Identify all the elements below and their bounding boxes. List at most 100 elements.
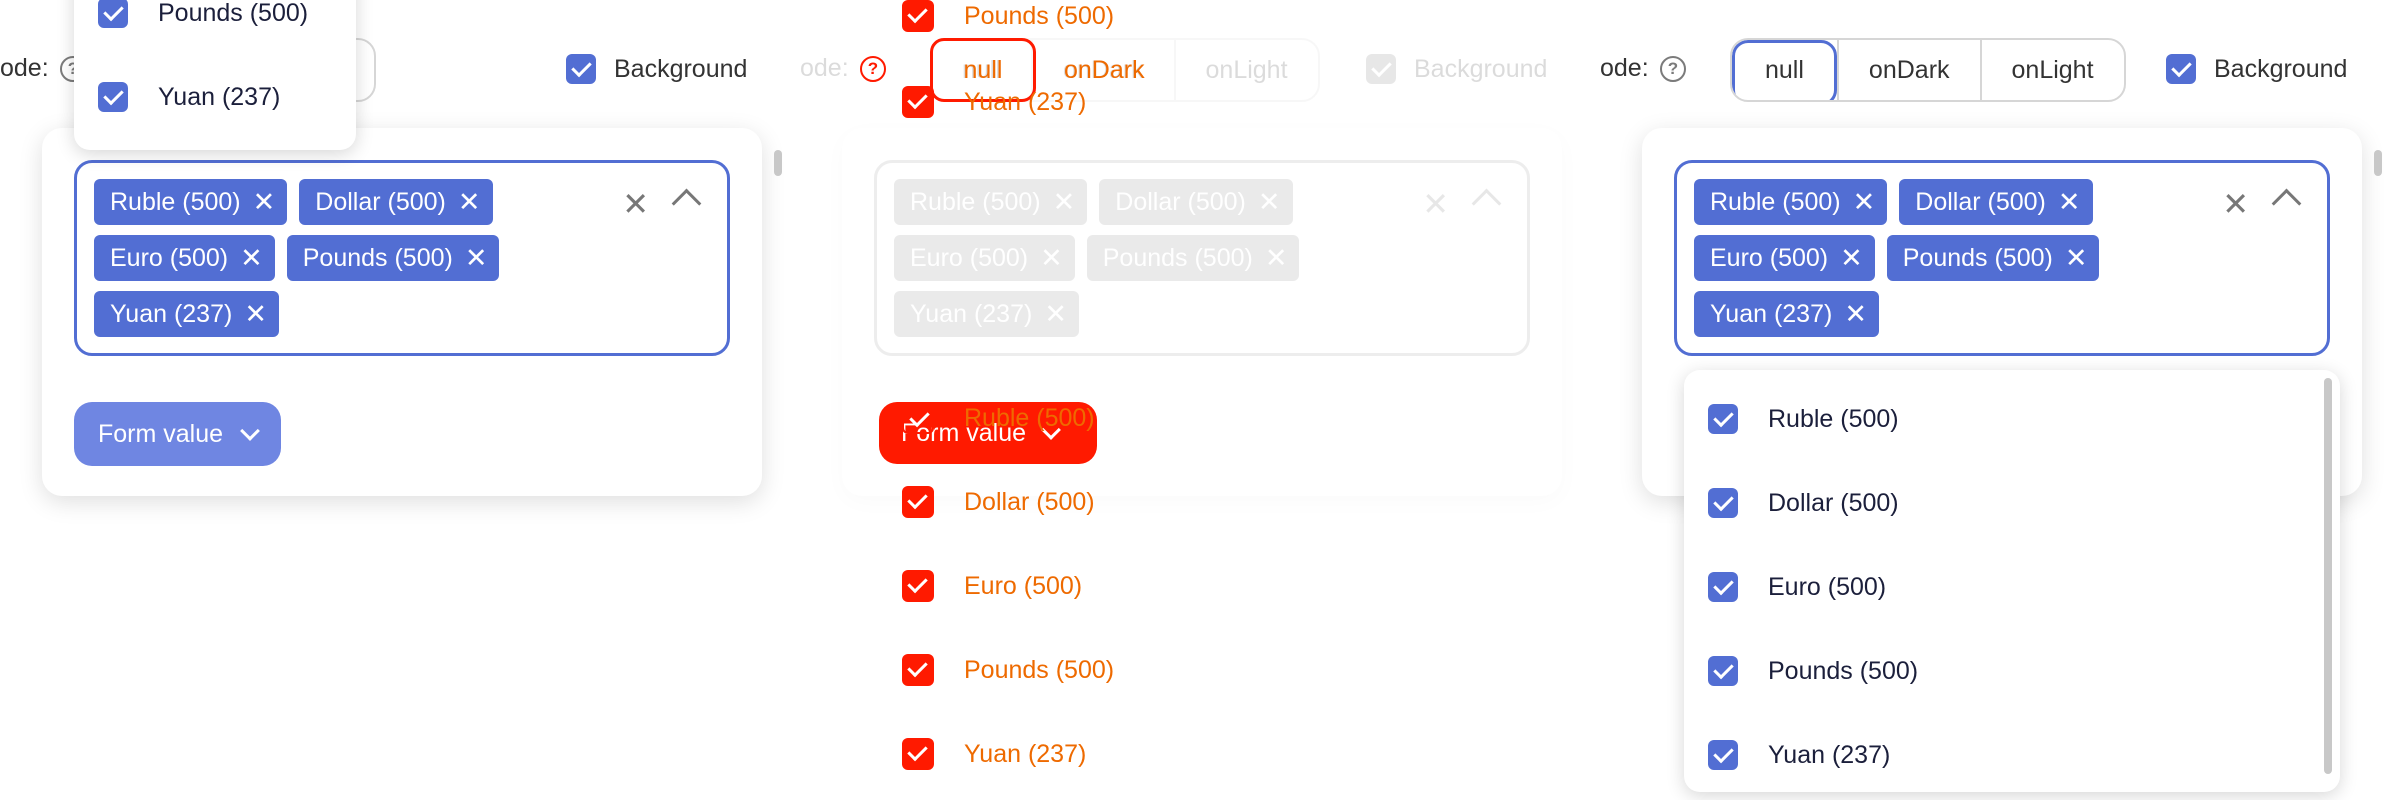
dropdown-option-ruble[interactable]: Ruble (500) <box>902 402 1095 434</box>
clear-icon[interactable]: ✕ <box>2222 185 2249 223</box>
tag-euro: Euro (500) ✕ <box>1694 235 1875 281</box>
chevron-up-icon[interactable] <box>2271 188 2302 219</box>
mode-option-null[interactable]: null <box>1732 40 1837 100</box>
tag-dollar: Dollar (500) ✕ <box>1099 179 1293 225</box>
scrollbar[interactable] <box>774 150 782 176</box>
mode-option-ondark[interactable]: onDark <box>1836 40 1980 100</box>
tag-label: Euro (500) <box>910 243 1029 272</box>
tag-pounds: Pounds (500) ✕ <box>286 235 500 281</box>
checkbox-checked-icon <box>1708 740 1738 770</box>
tag-label: Ruble (500) <box>1710 187 1841 216</box>
checkbox-checked-icon <box>98 82 128 112</box>
checkbox-checked-icon <box>1708 656 1738 686</box>
option-label: Pounds (500) <box>158 0 309 27</box>
mode-option-onlight[interactable]: onLight <box>1173 40 1318 100</box>
dropdown-option-yuan[interactable]: Yuan (237) <box>902 86 1086 118</box>
background-checkbox[interactable]: Background <box>2166 54 2347 84</box>
tag-euro: Euro (500) ✕ <box>94 235 275 281</box>
clear-icon[interactable]: ✕ <box>622 185 649 223</box>
tag-ruble: Ruble (500) ✕ <box>94 179 288 225</box>
tag-pounds: Pounds (500) ✕ <box>1086 235 1300 281</box>
tag-ruble: Ruble (500) ✕ <box>894 179 1088 225</box>
tag-label: Ruble (500) <box>110 187 241 216</box>
panel-open: ode: ? null onDark onLight Background Ru… <box>1600 0 2400 800</box>
dropdown-option-yuan[interactable]: Yuan (237) <box>98 82 280 112</box>
checkbox-checked-icon <box>902 86 934 118</box>
checkbox-checked-icon <box>902 486 934 518</box>
close-icon[interactable]: ✕ <box>1053 188 1076 216</box>
dropdown-option-yuan-2[interactable]: Yuan (237) <box>902 738 1086 770</box>
close-icon[interactable]: ✕ <box>1040 244 1063 272</box>
tag-label: Yuan (237) <box>110 299 233 328</box>
dropdown-option-euro[interactable]: Euro (500) <box>902 570 1082 602</box>
multiselect-input[interactable]: Ruble (500) ✕ Dollar (500) ✕ Euro (500) ✕ P… <box>874 160 1530 356</box>
mode-label: ode: <box>1600 54 1649 82</box>
background-label: Background <box>1414 54 1548 83</box>
dropdown-option-dollar[interactable]: Dollar (500) <box>1708 488 1899 518</box>
close-icon[interactable]: ✕ <box>458 188 481 216</box>
background-checkbox[interactable]: Background <box>566 54 747 84</box>
demo-card: Ruble (500) ✕ Dollar (500) ✕ Euro (500) ✕ P… <box>42 128 782 496</box>
option-label: Yuan (237) <box>1768 740 1891 769</box>
tag-label: Ruble (500) <box>910 187 1041 216</box>
background-checkbox[interactable]: Background <box>1366 54 1547 84</box>
checkbox-checked-icon <box>1708 572 1738 602</box>
tag-yuan: Yuan (237) ✕ <box>894 291 1079 337</box>
close-icon[interactable]: ✕ <box>1044 300 1067 328</box>
tag-ruble: Ruble (500) ✕ <box>1694 179 1888 225</box>
tag-label: Pounds (500) <box>302 243 453 272</box>
clear-icon[interactable]: ✕ <box>1422 185 1449 223</box>
close-icon[interactable]: ✕ <box>465 244 488 272</box>
chevron-down-icon <box>240 421 260 441</box>
dropdown-option-dollar[interactable]: Dollar (500) <box>902 486 1095 518</box>
dropdown-scrollbar[interactable] <box>2324 378 2332 774</box>
dropdown-option-pounds[interactable]: Pounds (500) <box>98 0 308 28</box>
chevron-up-icon[interactable] <box>671 188 702 219</box>
dropdown-option-ruble[interactable]: Ruble (500) <box>1708 404 1899 434</box>
option-label: Ruble (500) <box>1768 404 1899 433</box>
close-icon[interactable]: ✕ <box>2058 188 2081 216</box>
question-circle-icon[interactable]: ? <box>1660 56 1686 82</box>
background-label: Background <box>2214 54 2348 83</box>
dropdown-option-pounds-2[interactable]: Pounds (500) <box>902 654 1114 686</box>
dropdown-list: Ruble (500) Dollar (500) Euro (500) Poun… <box>1684 370 2340 792</box>
mode-segmented-control: null onDark onLight <box>1730 38 2126 102</box>
checkbox-checked-icon <box>98 0 128 28</box>
tag-list: Ruble (500) ✕ Dollar (500) ✕ Euro (500) ✕ P… <box>1694 179 2214 337</box>
option-label: Euro (500) <box>964 571 1083 600</box>
close-icon[interactable]: ✕ <box>2065 244 2088 272</box>
close-icon[interactable]: ✕ <box>244 300 267 328</box>
close-icon[interactable]: ✕ <box>253 188 276 216</box>
close-icon[interactable]: ✕ <box>1265 244 1288 272</box>
panel-default: ode: ? onLight Background Ruble (500)✕ D… <box>0 0 800 800</box>
tag-label: Euro (500) <box>1710 243 1829 272</box>
dropdown-option-pounds[interactable]: Pounds (500) <box>1708 656 1918 686</box>
close-icon[interactable]: ✕ <box>1853 188 1876 216</box>
close-icon[interactable]: ✕ <box>1840 244 1863 272</box>
close-icon[interactable]: ✕ <box>1258 188 1281 216</box>
option-label: Ruble (500) <box>964 403 1095 432</box>
background-label: Background <box>614 54 748 83</box>
dropdown-option-yuan[interactable]: Yuan (237) <box>1708 740 1890 770</box>
close-icon[interactable]: ✕ <box>1844 300 1867 328</box>
checkbox-checked-icon <box>2166 54 2196 84</box>
tag-label: Yuan (237) <box>1710 299 1833 328</box>
scrollbar[interactable] <box>2374 150 2382 176</box>
tag-label: Yuan (237) <box>910 299 1033 328</box>
tag-list: Ruble (500) ✕ Dollar (500) ✕ Euro (500) ✕ P… <box>94 179 614 337</box>
mode-option-onlight[interactable]: onLight <box>1979 40 2124 100</box>
chevron-up-icon[interactable] <box>1471 188 1502 219</box>
form-value-button[interactable]: Form value <box>74 402 282 466</box>
dropdown-option-euro[interactable]: Euro (500) <box>1708 572 1886 602</box>
panel-highlighted: ode: null onDark onLight Background Rubl… <box>800 0 1600 800</box>
close-icon[interactable]: ✕ <box>240 244 263 272</box>
multiselect-input[interactable]: Ruble (500) ✕ Dollar (500) ✕ Euro (500) ✕ P… <box>1674 160 2330 356</box>
dropdown-option-pounds[interactable]: Pounds (500) <box>902 0 1114 32</box>
mode-label: ode: <box>800 54 849 82</box>
question-circle-icon[interactable]: ? <box>860 56 886 82</box>
multiselect-input[interactable]: Ruble (500) ✕ Dollar (500) ✕ Euro (500) ✕ P… <box>74 160 730 356</box>
form-value-label: Form value <box>98 419 224 448</box>
option-label: Yuan (237) <box>964 739 1087 768</box>
tag-dollar: Dollar (500) ✕ <box>1899 179 2093 225</box>
option-label: Dollar (500) <box>1768 488 1899 517</box>
